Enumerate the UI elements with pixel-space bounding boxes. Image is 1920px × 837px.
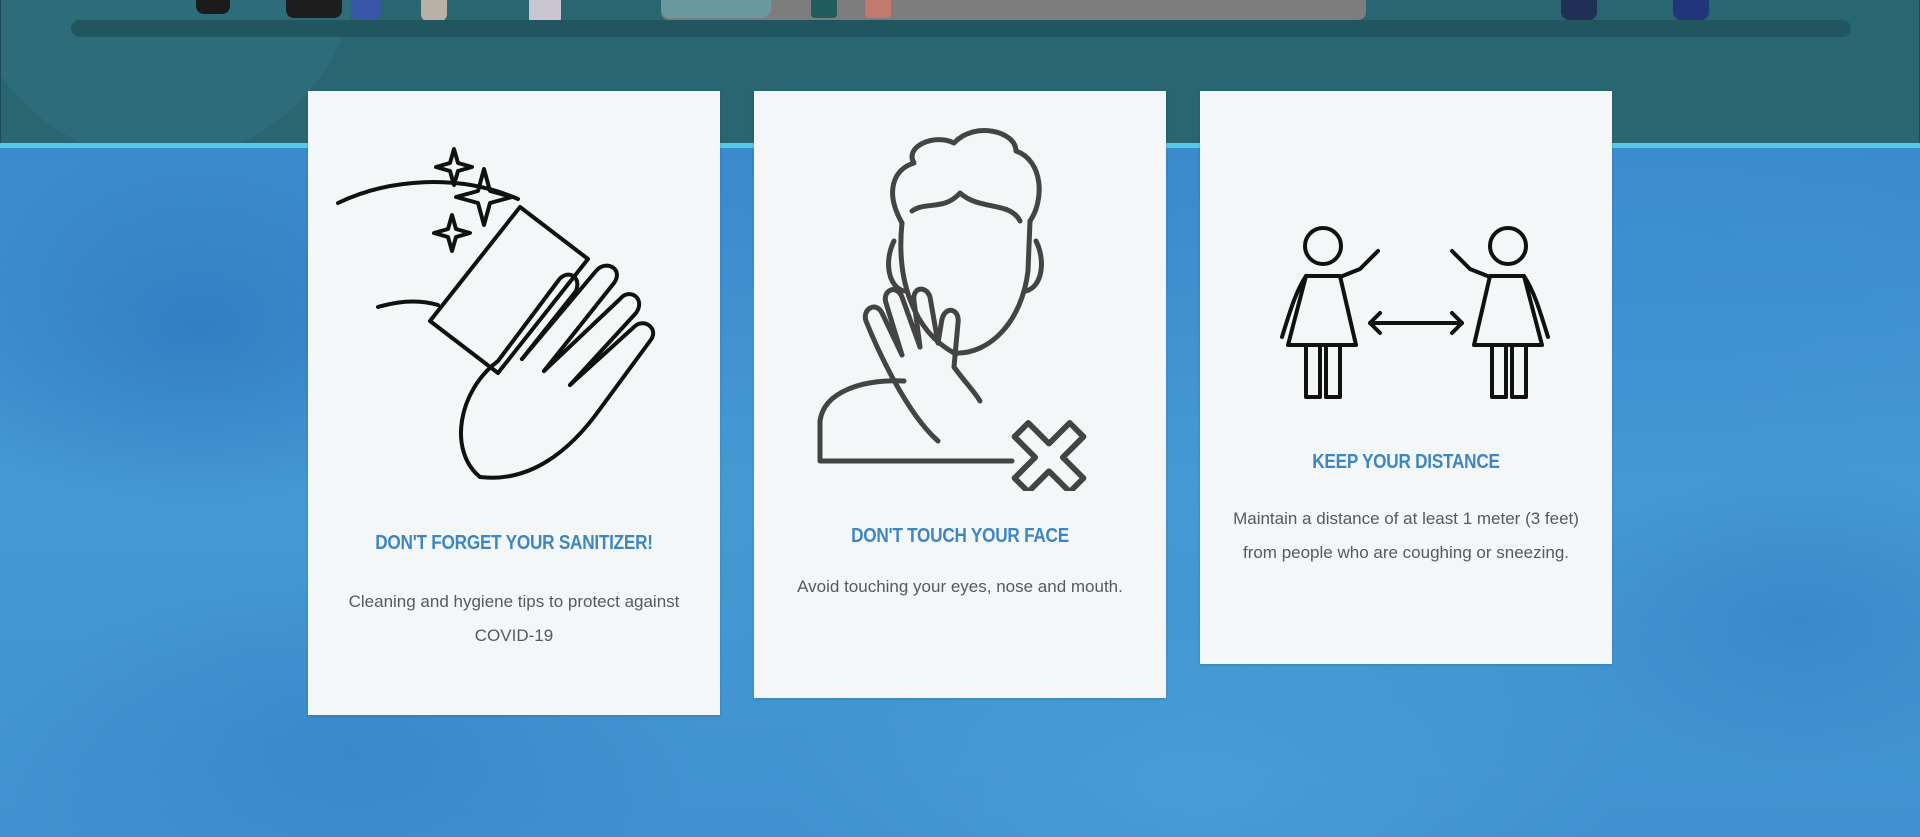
card-title: DON'T TOUCH YOUR FACE [851, 525, 1069, 547]
card-title: DON'T FORGET YOUR SANITIZER! [375, 532, 653, 554]
tip-card-sanitizer: DON'T FORGET YOUR SANITIZER! Cleaning an… [308, 91, 720, 715]
tip-card-distance: KEEP YOUR DISTANCE Maintain a distance o… [1200, 91, 1612, 664]
card-description: Avoid touching your eyes, nose and mouth… [797, 577, 1123, 596]
hero-block-shape [865, 0, 891, 18]
card-description: Maintain a distance of at least 1 meter … [1233, 509, 1579, 562]
person-foot-shape [286, 0, 342, 18]
hero-block-shape [811, 0, 837, 18]
social-distance-icon [1200, 91, 1612, 451]
hero-screen-shape [661, 0, 771, 18]
sanitizer-hand-icon [308, 91, 720, 481]
person-foot-shape [1561, 0, 1597, 20]
person-foot-shape [351, 0, 381, 20]
person-foot-shape [196, 0, 230, 14]
card-description: Cleaning and hygiene tips to protect aga… [348, 592, 680, 645]
person-foot-shape [421, 0, 447, 22]
hero-shelf-shape [71, 20, 1851, 37]
card-title: KEEP YOUR DISTANCE [1312, 451, 1500, 473]
tip-card-face: DON'T TOUCH YOUR FACE Avoid touching you… [754, 91, 1166, 698]
no-face-touch-icon [754, 91, 1166, 491]
person-foot-shape [1673, 0, 1709, 20]
